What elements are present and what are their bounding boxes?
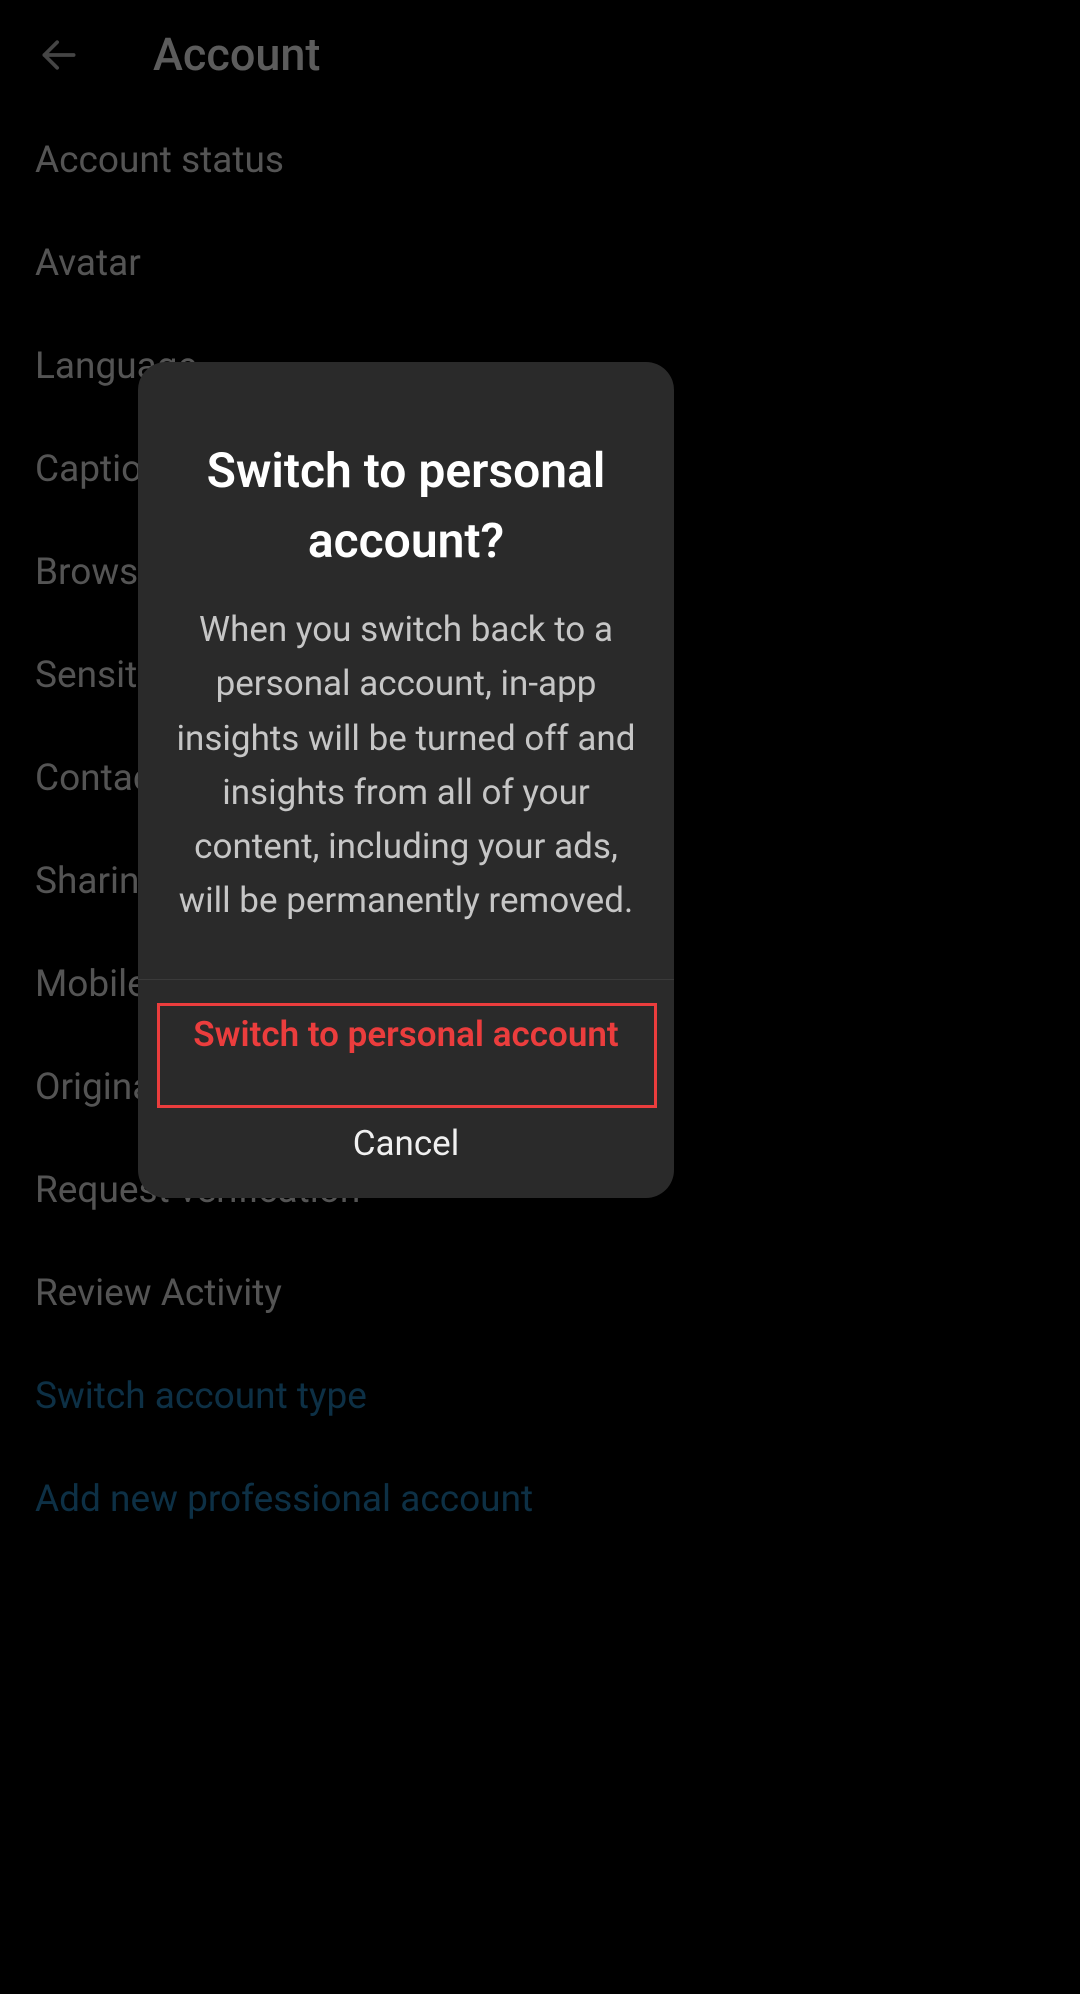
switch-personal-button[interactable]: Switch to personal account [138,980,674,1089]
dialog-body: When you switch back to a personal accou… [138,575,674,979]
switch-account-dialog: Switch to personal account? When you swi… [138,362,674,1198]
dialog-title: Switch to personal account? [138,362,674,575]
cancel-button[interactable]: Cancel [138,1089,674,1198]
dialog-buttons: Switch to personal account Cancel [138,979,674,1198]
